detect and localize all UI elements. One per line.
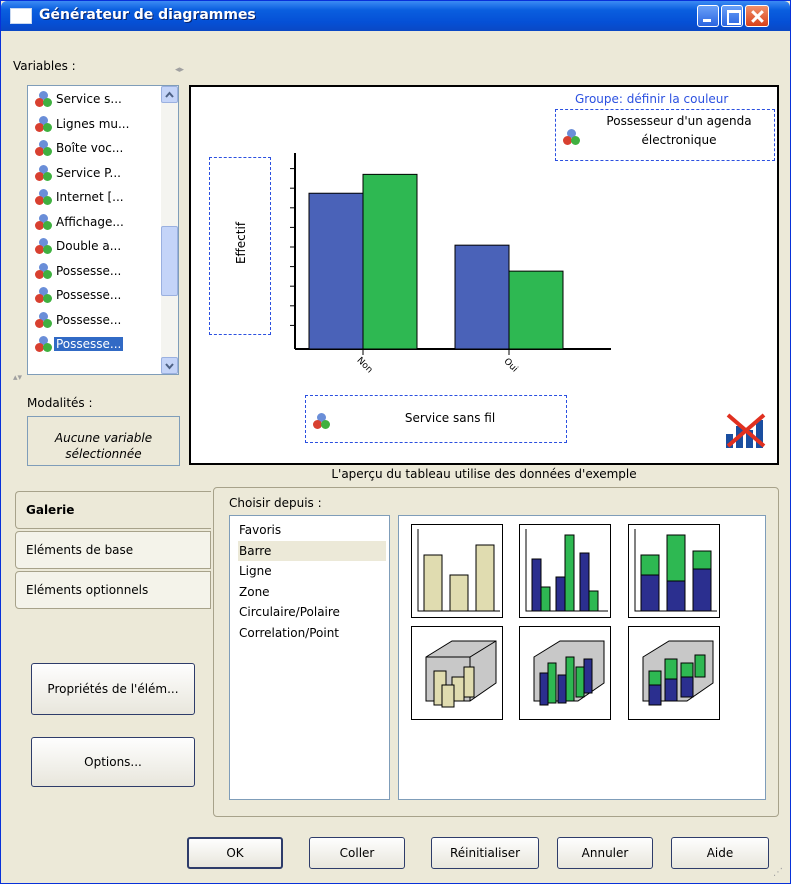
element-properties-button[interactable]: Propriétés de l'élém... xyxy=(31,663,195,715)
chart-builder-window: Générateur de diagrammes Variables : ◂▸ … xyxy=(0,0,791,884)
chart-type-list[interactable]: Favoris Barre Ligne Zone Circulaire/Polaire C… xyxy=(229,515,390,800)
bar-oui-0 xyxy=(454,244,510,350)
simple-bar-thumbnail[interactable] xyxy=(411,524,503,618)
variable-item[interactable]: Double a... xyxy=(34,235,158,257)
variable-item-label: Boîte voc... xyxy=(56,141,124,155)
variable-item-label: Affichage... xyxy=(56,214,124,229)
bar-non-0 xyxy=(308,192,364,350)
modalites-box: Aucune variable sélectionnée xyxy=(27,416,180,466)
chart-type-item[interactable]: Circulaire/Polaire xyxy=(238,602,386,622)
tab-galerie[interactable]: Galerie xyxy=(15,491,211,529)
scroll-down-button[interactable] xyxy=(161,357,178,374)
splitter-handle-bottom[interactable]: ▴▾ xyxy=(13,373,22,383)
resize-grip[interactable]: ⋰ xyxy=(773,867,783,878)
nominal-variable-icon xyxy=(34,115,54,133)
window-icon xyxy=(10,8,32,24)
nominal-variable-icon xyxy=(34,262,54,280)
variable-item[interactable]: Possesse... xyxy=(34,284,158,306)
3d-stacked-bar-thumbnail[interactable] xyxy=(628,626,720,720)
variable-item[interactable]: Lignes mu... xyxy=(34,113,158,135)
chart-gallery[interactable] xyxy=(398,515,766,800)
modalites-empty-line2: sélectionnée xyxy=(65,447,142,461)
cancel-button[interactable]: Annuler xyxy=(557,837,653,869)
variable-item[interactable]: Possesse... xyxy=(34,260,158,282)
variable-item[interactable]: Boîte voc... xyxy=(34,137,158,159)
chart-type-item[interactable]: Favoris xyxy=(238,520,386,540)
x-tick-label: Non xyxy=(355,356,375,376)
variable-item-label: Possesse... xyxy=(56,288,122,302)
options-button-label: Options... xyxy=(84,755,142,769)
nominal-variable-icon xyxy=(312,412,332,430)
variables-list[interactable]: Service s... Lignes mu... Boîte voc... Serv… xyxy=(27,85,179,375)
variable-item-label: Double a... xyxy=(56,239,122,253)
bar-non-1 xyxy=(362,173,418,350)
bar-oui-1 xyxy=(508,270,564,350)
variable-item-label: Service s... xyxy=(56,92,122,106)
title-bar[interactable]: Générateur de diagrammes xyxy=(1,1,790,31)
variable-item[interactable]: Possesse... xyxy=(34,309,158,331)
help-button[interactable]: Aide xyxy=(671,837,769,869)
variable-item-label: Internet [... xyxy=(56,190,124,204)
chevron-down-icon xyxy=(165,363,174,370)
minimize-button[interactable] xyxy=(697,5,719,27)
variable-item[interactable]: Service P... xyxy=(34,162,158,184)
3d-simple-bar-thumbnail[interactable] xyxy=(411,626,503,720)
x-axis-dropzone[interactable]: Service sans fil xyxy=(305,395,567,443)
nominal-variable-icon xyxy=(34,213,54,231)
nominal-variable-icon xyxy=(34,139,54,157)
x-axis-variable: Service sans fil xyxy=(404,411,496,425)
variable-item-label: Possesse... xyxy=(54,337,124,351)
nominal-variable-icon xyxy=(34,164,54,182)
tab-elements-optionnels[interactable]: Eléments optionnels xyxy=(15,571,211,609)
variable-item[interactable]: Possesse... xyxy=(34,333,158,355)
close-button[interactable] xyxy=(745,5,769,27)
modalites-empty-line1: Aucune variable xyxy=(54,431,153,445)
modalites-label: Modalités : xyxy=(27,396,93,410)
nominal-variable-icon xyxy=(34,286,54,304)
maximize-button[interactable] xyxy=(721,5,743,27)
scroll-thumb[interactable] xyxy=(161,226,178,296)
tab-elements-de-base[interactable]: Eléments de base xyxy=(15,531,211,569)
variable-item-label: Service P... xyxy=(56,165,121,180)
preview-caption: L'aperçu du tableau utilise des données … xyxy=(331,467,637,481)
clustered-bar-thumbnail[interactable] xyxy=(519,524,611,618)
x-tick-label: Oui xyxy=(501,357,519,375)
reset-button[interactable]: Réinitialiser xyxy=(431,837,539,869)
choose-from-label: Choisir depuis : xyxy=(229,496,322,510)
chart-preview-canvas[interactable]: Groupe: définir la couleur Possesseur d'… xyxy=(189,85,779,465)
nominal-variable-icon xyxy=(34,90,54,108)
variables-scrollbar[interactable] xyxy=(161,86,178,374)
options-button[interactable]: Options... xyxy=(31,737,195,787)
splitter-handle[interactable]: ◂▸ xyxy=(175,65,184,75)
3d-clustered-bar-thumbnail[interactable] xyxy=(519,626,611,720)
variables-label: Variables : xyxy=(13,59,76,73)
variable-item-label: Possesse... xyxy=(56,312,122,327)
chart-delete-icon[interactable] xyxy=(724,412,768,450)
variable-item[interactable]: Service s... xyxy=(34,88,158,110)
chevron-up-icon xyxy=(165,91,174,98)
chart-type-item[interactable]: Ligne xyxy=(238,561,386,581)
nominal-variable-icon xyxy=(34,335,54,353)
paste-button[interactable]: Coller xyxy=(309,837,405,869)
chart-type-item[interactable]: Barre xyxy=(238,540,386,561)
variable-item[interactable]: Affichage... xyxy=(34,211,158,233)
variable-item-label: Lignes mu... xyxy=(56,116,130,131)
stacked-bar-thumbnail[interactable] xyxy=(628,524,720,618)
nominal-variable-icon xyxy=(34,311,54,329)
variable-item[interactable]: Internet [... xyxy=(34,186,158,208)
chart-type-item[interactable]: Zone xyxy=(238,582,386,602)
chart-type-item[interactable]: Correlation/Point xyxy=(238,623,386,643)
nominal-variable-icon xyxy=(34,237,54,255)
window-title: Générateur de diagrammes xyxy=(39,7,256,23)
ok-button[interactable]: OK xyxy=(187,837,283,869)
variable-item-label: Possesse... xyxy=(56,263,122,278)
nominal-variable-icon xyxy=(34,188,54,206)
scroll-up-button[interactable] xyxy=(161,86,178,103)
